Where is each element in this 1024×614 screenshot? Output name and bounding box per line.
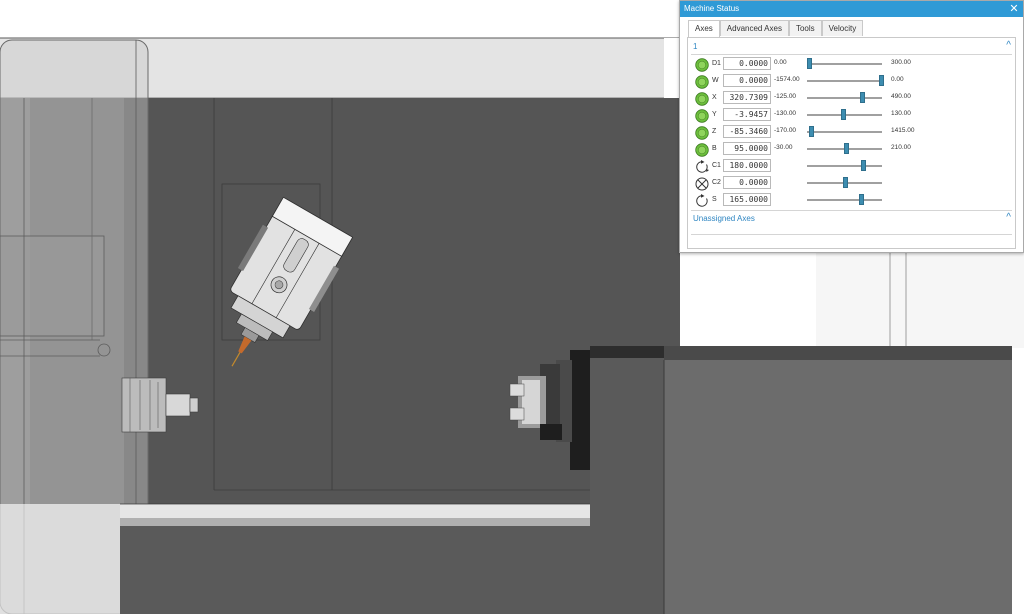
linear-axis-icon [695,126,709,140]
machine-status-titlebar[interactable]: Machine Status ✕ [680,1,1023,17]
axis-name: Z [712,128,717,135]
group-header-unassigned-axes[interactable]: Unassigned Axes ^ [688,212,1015,226]
axis-row-b: B 95.0000 -30.00 210.00 [688,141,1015,158]
slider-thumb[interactable] [878,75,884,86]
axis-name: B [712,145,717,152]
axis-value-field[interactable]: 165.0000 [723,193,771,206]
axis-min-label: -30.00 [774,144,793,151]
axis-min-label: -1574.00 [774,76,800,83]
window-title: Machine Status [684,4,740,13]
chevron-up-icon[interactable]: ^ [1006,40,1011,51]
axis-name: W [712,77,719,84]
slider-thumb[interactable] [859,92,865,103]
axis-max-label: 490.00 [891,93,911,100]
axis-slider[interactable] [807,75,884,86]
axis-row-s: S 165.0000 [688,192,1015,209]
axis-min-label: 0.00 [774,59,787,66]
axis-max-label: 300.00 [891,59,911,66]
axis-min-label: -125.00 [774,93,797,100]
axis-name: D1 [712,60,721,67]
axis-value-field[interactable]: 320.7309 [723,91,771,104]
axis-row-z: Z -85.3460 -170.00 1415.00 [688,124,1015,141]
slider-thumb[interactable] [841,109,846,120]
axis-max-label: 130.00 [891,110,911,117]
axis-value-field[interactable]: 0.0000 [723,176,771,189]
group-label: Unassigned Axes [693,214,755,223]
machine-status-panel: Machine Status ✕ Axes Advanced Axes Tool… [679,0,1024,253]
axis-row-w: W 0.0000 -1574.00 0.00 [688,73,1015,90]
close-icon[interactable]: ✕ [1008,1,1020,17]
slider-thumb[interactable] [859,194,864,205]
slider-thumb[interactable] [806,58,812,69]
axis-min-label: -130.00 [774,110,797,117]
axis-row-x: X 320.7309 -125.00 490.00 [688,90,1015,107]
axis-slider[interactable] [806,58,882,69]
axis-value-field[interactable]: 0.0000 [723,74,771,87]
tab-axes[interactable]: Axes [688,20,720,37]
spindle-axis-icon [695,194,709,208]
axis-value-field[interactable]: 0.0000 [723,57,771,70]
slider-thumb[interactable] [842,177,848,188]
axis-name: C1 [712,162,721,169]
tab-tools[interactable]: Tools [788,20,822,36]
axis-row-y: Y -3.9457 -130.00 130.00 [688,107,1015,124]
axis-name: X [712,94,717,101]
linear-axis-icon [695,109,709,123]
axis-row-c2: C2 0.0000 [688,175,1015,192]
linear-axis-icon [695,75,709,89]
tab-velocity[interactable]: Velocity [821,20,864,36]
axes-tab-content: 1 ^ D1 0.0000 0.00 300.00 W 0.0000 -1574.00 0.0… [687,37,1016,249]
axis-max-label: 1415.00 [891,127,915,134]
axis-name: C2 [712,179,721,186]
linear-axis-icon [695,58,709,72]
locked-axis-icon [695,177,709,191]
axis-row-d1: D1 0.0000 0.00 300.00 [688,56,1015,73]
axis-row-c1: C1 180.0000 [688,158,1015,175]
axis-slider[interactable] [807,194,882,205]
rotary-axis-icon [695,160,709,174]
axis-slider[interactable] [807,143,882,154]
axis-name: Y [712,111,717,118]
tailstock-housing [664,360,1012,614]
axis-slider[interactable] [807,177,882,188]
group-label: 1 [693,42,698,51]
chevron-up-icon[interactable]: ^ [1006,212,1011,223]
slider-thumb[interactable] [808,126,814,137]
axis-value-field[interactable]: 95.0000 [723,142,771,155]
linear-axis-icon [695,143,709,157]
linear-axis-icon [695,92,709,106]
group-header-1[interactable]: 1 ^ [688,40,1015,54]
tab-advanced-axes[interactable]: Advanced Axes [719,20,789,36]
axis-max-label: 0.00 [891,76,904,83]
axis-slider[interactable] [807,160,882,171]
tab-bar: Axes Advanced Axes Tools Velocity [688,20,864,37]
axis-value-field[interactable]: 180.0000 [723,159,771,172]
axis-value-field[interactable]: -3.9457 [723,108,771,121]
axis-max-label: 210.00 [891,144,911,151]
axis-name: S [712,196,717,203]
axis-slider[interactable] [807,126,882,137]
slider-thumb[interactable] [844,143,849,154]
axis-value-field[interactable]: -85.3460 [723,125,771,138]
axis-slider[interactable] [807,109,882,120]
slider-thumb[interactable] [861,160,867,171]
axis-min-label: -170.00 [774,127,797,134]
axis-slider[interactable] [807,92,882,103]
